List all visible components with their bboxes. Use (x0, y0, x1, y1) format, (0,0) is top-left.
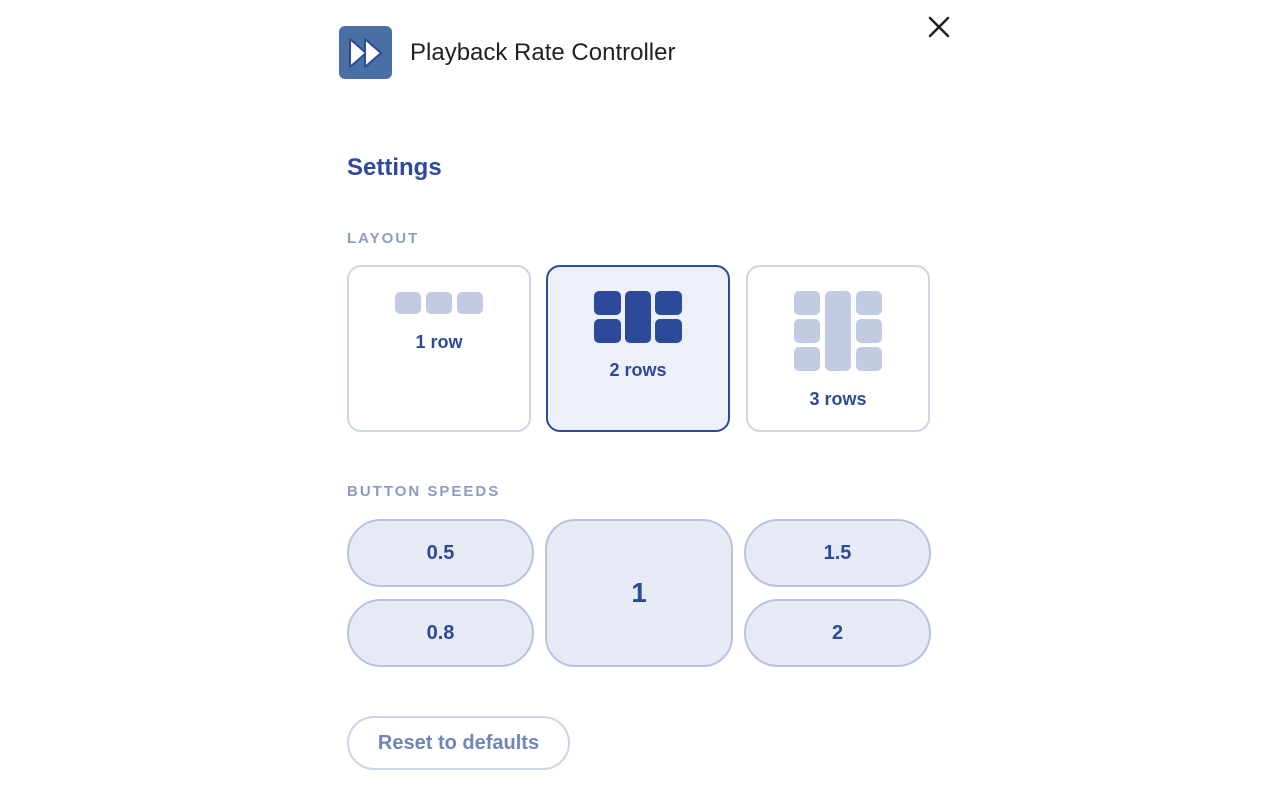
button-speeds-section-label: BUTTON SPEEDS (347, 483, 501, 500)
layout-option-2-rows[interactable]: 2 rows (546, 265, 730, 432)
speed-button-1-5[interactable]: 1.5 (744, 519, 931, 587)
two-rows-layout-icon (548, 291, 728, 345)
layout-option-label: 2 rows (609, 360, 667, 380)
layout-option-1-row[interactable]: 1 row (347, 265, 531, 432)
speed-button-2[interactable]: 2 (744, 599, 931, 667)
close-button[interactable] (924, 12, 954, 42)
app-header: Playback Rate Controller (339, 26, 675, 79)
layout-option-label: 3 rows (809, 389, 867, 409)
layout-section-label: LAYOUT (347, 230, 420, 247)
speed-button-0-5[interactable]: 0.5 (347, 519, 534, 587)
app-title: Playback Rate Controller (410, 38, 676, 66)
close-icon (928, 16, 950, 38)
reset-to-defaults-button[interactable]: Reset to defaults (347, 716, 570, 770)
speed-button-0-8[interactable]: 0.8 (347, 599, 534, 667)
settings-title: Settings (347, 154, 442, 181)
fast-forward-icon (339, 26, 392, 79)
three-rows-layout-icon (748, 291, 928, 373)
layout-option-3-rows[interactable]: 3 rows (746, 265, 930, 432)
speed-button-1[interactable]: 1 (545, 519, 733, 667)
one-row-layout-icon (349, 292, 529, 316)
layout-option-label: 1 row (415, 332, 463, 352)
